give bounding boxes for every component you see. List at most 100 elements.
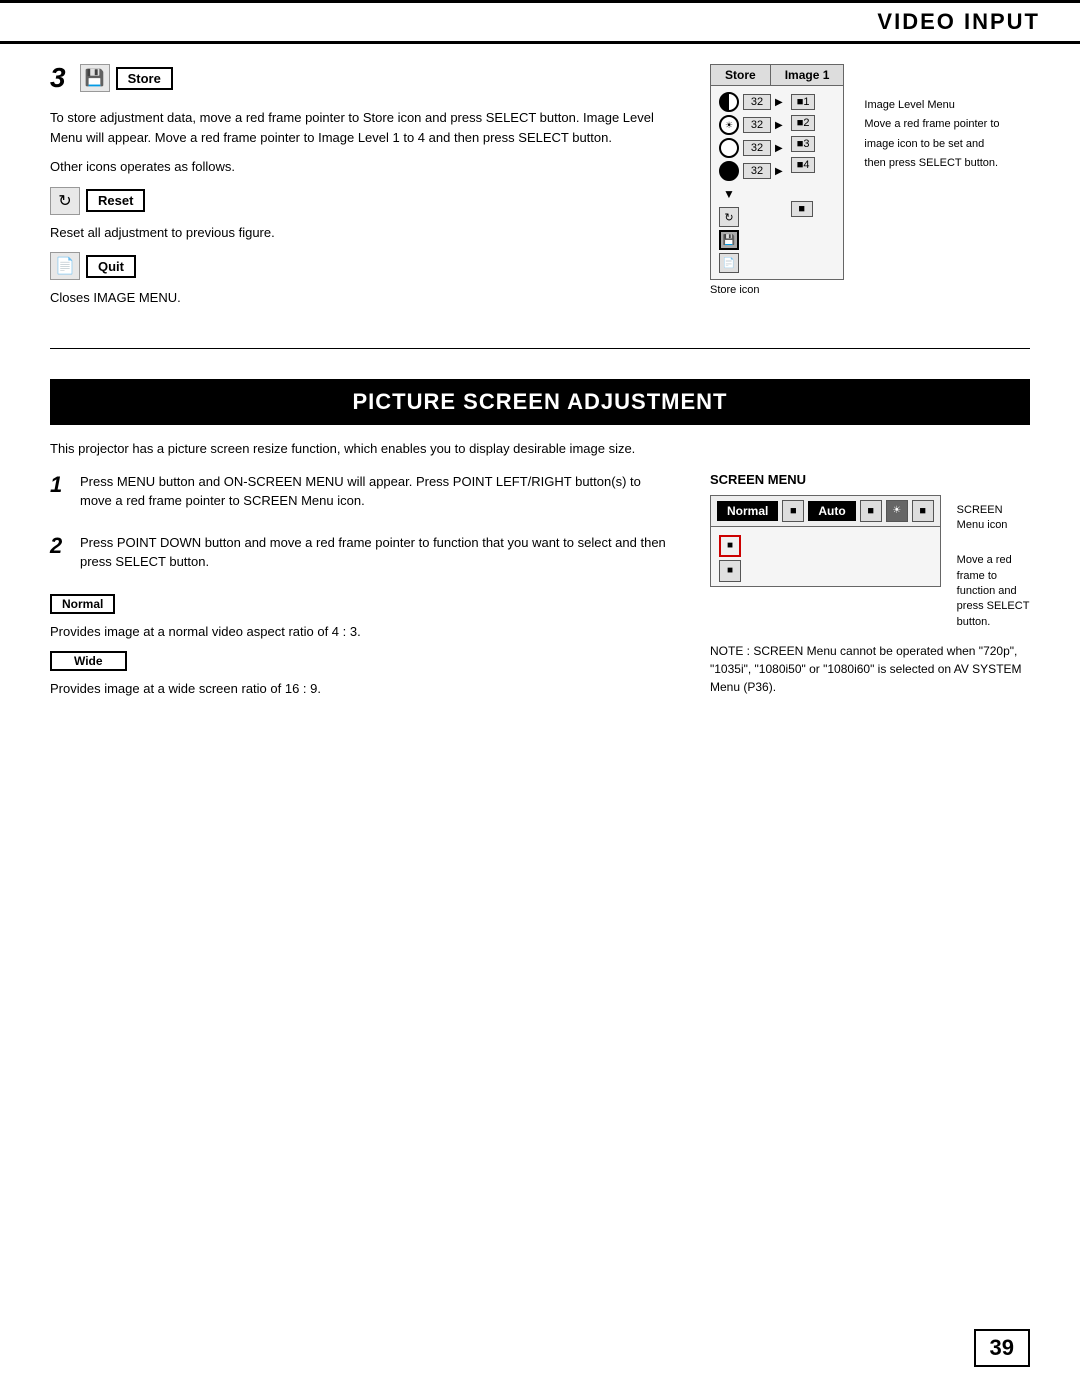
contrast-icon <box>719 92 739 112</box>
step-3-row: 3 💾 Store <box>50 64 670 100</box>
quit-desc: Closes IMAGE MENU. <box>50 288 670 308</box>
psa-body: 1 Press MENU button and ON-SCREEN MENU w… <box>50 472 1030 709</box>
spacer-1 <box>791 178 816 196</box>
psa-step-2-text: Press POINT DOWN button and move a red f… <box>80 533 670 572</box>
page-content: 3 💾 Store To store adjustment data, move… <box>0 64 1080 709</box>
image-1-box: ■1 <box>791 94 816 110</box>
menu-header-image1: Image 1 <box>771 65 844 85</box>
step-3-number: 3 <box>50 64 66 92</box>
arrow-right-2: ▶ <box>775 120 783 131</box>
image-1-row: ■1 <box>791 94 816 110</box>
arrow-right-3: ▶ <box>775 143 783 154</box>
psa-section: PICTURE SCREEN ADJUSTMENT This projector… <box>50 379 1030 709</box>
section-3-left: 3 💾 Store To store adjustment data, move… <box>50 64 670 318</box>
reset-icon-row: ↻ Reset <box>50 187 670 215</box>
screen-menu-label: SCREEN MENU <box>710 472 1030 487</box>
image-store-row: ■ <box>791 201 816 217</box>
caption-line2: Move a red frame pointer to <box>864 117 999 132</box>
store-label: Store <box>116 67 173 90</box>
screen-menu-sq-2: ■ <box>860 500 882 522</box>
psa-step-1-row: 1 Press MENU button and ON-SCREEN MENU w… <box>50 472 670 521</box>
image-store-icon: ■ <box>791 201 813 217</box>
screen-menu-sq-3: ☀ <box>886 500 908 522</box>
psa-left: 1 Press MENU button and ON-SCREEN MENU w… <box>50 472 670 709</box>
screen-menu-auto-btn: Auto <box>808 501 855 521</box>
normal-icon-row: Normal <box>50 594 670 614</box>
wide-icon-row: Wide <box>50 651 670 671</box>
store-icon-caption: Store icon <box>710 284 844 296</box>
psa-step-2-num: 2 <box>50 533 72 582</box>
menu-row-6: ↻ <box>719 207 783 227</box>
page-number: 39 <box>974 1329 1030 1367</box>
screen-menu-body: ■ ■ <box>711 527 940 586</box>
store-menu-icon: 💾 <box>719 230 739 250</box>
image-level-menu: Store Image 1 32 ▶ <box>710 64 844 280</box>
psa-step-2-row: 2 Press POINT DOWN button and move a red… <box>50 533 670 582</box>
menu-row-8: 📄 <box>719 253 783 273</box>
tint-icon <box>719 161 739 181</box>
menu-icons-col: 32 ▶ ☀ 32 ▶ <box>719 92 783 273</box>
num-32-4: 32 <box>743 163 771 179</box>
image-2-row: ■2 <box>791 115 816 131</box>
screen-menu-row-1: ■ <box>719 535 932 557</box>
normal-desc: Provides image at a normal video aspect … <box>50 622 670 642</box>
num-32-2: 32 <box>743 117 771 133</box>
screen-menu-sq-1: ■ <box>782 500 804 522</box>
normal-label: Normal <box>50 594 115 614</box>
psa-intro: This projector has a picture screen resi… <box>50 441 1030 456</box>
quit-icon: 📄 <box>50 252 80 280</box>
reset-label: Reset <box>86 189 145 212</box>
color-icon <box>719 138 739 158</box>
reset-menu-icon: ↻ <box>719 207 739 227</box>
screen-menu-note: Move a red frame to function and press S… <box>957 553 1030 630</box>
reset-desc: Reset all adjustment to previous figure. <box>50 223 670 243</box>
screen-menu-normal-btn: Normal <box>717 501 778 521</box>
screen-row-icon-2: ■ <box>719 560 741 582</box>
psa-step-1-num: 1 <box>50 472 72 521</box>
num-32-3: 32 <box>743 140 771 156</box>
image-4-row: ■4 <box>791 157 816 173</box>
other-icons-text: Other icons operates as follows. <box>50 157 670 177</box>
psa-right: SCREEN MENU Normal ■ Auto ■ ☀ ■ <box>710 472 1030 709</box>
screen-menu-diagram: Normal ■ Auto ■ ☀ ■ <box>710 495 941 587</box>
brightness-icon: ☀ <box>719 115 739 135</box>
screen-menu-diagram-group: Normal ■ Auto ■ ☀ ■ <box>710 495 1030 631</box>
caption-line1: Image Level Menu <box>864 98 999 113</box>
red-frame-icon-1: ■ <box>719 535 741 557</box>
quit-icon-row: 📄 Quit <box>50 252 670 280</box>
screen-menu-icon-note: SCREEN Menu icon <box>957 503 1030 534</box>
image-2-box: ■2 <box>791 115 816 131</box>
menu-header-store: Store <box>711 65 771 85</box>
store-icon: 💾 <box>80 64 110 92</box>
menu-row-7: 💾 <box>719 230 783 250</box>
menu-row-3: 32 ▶ <box>719 138 783 158</box>
caption-line4: then press SELECT button. <box>864 156 999 171</box>
image-menu-caption: Image Level Menu Move a red frame pointe… <box>864 64 999 172</box>
menu-row-2: ☀ 32 ▶ <box>719 115 783 135</box>
page-title: VIDEO INPUT <box>877 9 1040 34</box>
section-3: 3 💾 Store To store adjustment data, move… <box>50 64 1030 318</box>
image-4-box: ■4 <box>791 157 816 173</box>
num-32-1: 32 <box>743 94 771 110</box>
image-level-menu-container: Store Image 1 32 ▶ <box>710 64 1030 318</box>
arrow-right-1: ▶ <box>775 97 783 108</box>
store-body-text: To store adjustment data, move a red fra… <box>50 108 670 147</box>
screen-menu-sq-4: ■ <box>912 500 934 522</box>
image-3-box: ■3 <box>791 136 816 152</box>
psa-step-1-text: Press MENU button and ON-SCREEN MENU wil… <box>80 472 670 511</box>
reset-icon: ↻ <box>50 187 80 215</box>
caption-line3: image icon to be set and <box>864 137 999 152</box>
psa-header: PICTURE SCREEN ADJUSTMENT <box>50 379 1030 425</box>
menu-row-5: ▼ <box>719 184 783 204</box>
wide-label: Wide <box>50 651 127 671</box>
screen-menu-top-bar: Normal ■ Auto ■ ☀ ■ <box>711 496 940 527</box>
down-arrow-icon: ▼ <box>719 184 739 204</box>
screen-menu-rows: ■ ■ <box>719 535 932 582</box>
menu-image-col: ■1 ■2 ■3 ■4 <box>791 94 816 273</box>
page-header: VIDEO INPUT <box>0 0 1080 44</box>
arrow-right-4: ▶ <box>775 166 783 177</box>
menu-row-4: 32 ▶ <box>719 161 783 181</box>
store-icon-row: 💾 Store <box>80 64 173 92</box>
quit-label: Quit <box>86 255 136 278</box>
quit-menu-icon: 📄 <box>719 253 739 273</box>
